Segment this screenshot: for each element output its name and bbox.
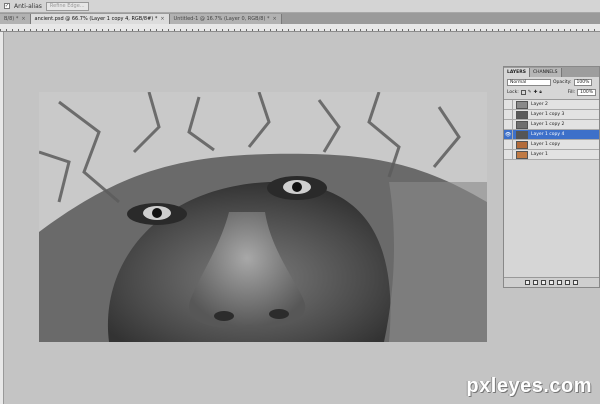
layer-thumbnail — [516, 140, 528, 149]
layer-name: Layer 1 copy — [531, 142, 561, 147]
visibility-toggle[interactable] — [504, 99, 513, 110]
lock-label: Lock: — [507, 89, 519, 95]
blend-mode-select[interactable]: Normal — [507, 78, 551, 86]
layer-row[interactable]: Layer 1 copy 3 — [504, 109, 599, 120]
visibility-toggle[interactable] — [504, 109, 513, 120]
lock-position-icon[interactable]: ✚ — [534, 90, 538, 95]
layer-list: Layer 2 Layer 1 copy 3 Layer 1 copy 2 👁︎… — [504, 99, 599, 160]
trash-icon[interactable] — [573, 280, 578, 285]
layer-row[interactable]: Layer 2 — [504, 99, 599, 110]
layer-row[interactable]: Layer 1 copy — [504, 139, 599, 150]
horizontal-ruler — [0, 24, 600, 32]
watermark-logo: pxleyes.com — [466, 375, 592, 397]
antialias-checkbox[interactable]: ✓ — [4, 3, 10, 9]
document-tab-label: ancient.psd @ 66.7% (Layer 1 copy 4, RGB… — [34, 16, 158, 22]
fill-label: Fill: — [567, 89, 576, 95]
face-artwork — [39, 92, 487, 342]
fill-input[interactable]: 100% — [577, 88, 596, 96]
lock-row: Lock: ✎ ✚ 🔒︎ Fill: 100% — [504, 87, 599, 97]
lock-transparent-icon[interactable] — [520, 89, 526, 95]
close-icon[interactable]: × — [273, 16, 277, 22]
layer-thumbnail — [516, 100, 528, 109]
antialias-label: Anti-alias — [14, 2, 42, 10]
visibility-toggle[interactable] — [504, 139, 513, 150]
close-icon[interactable]: × — [21, 16, 25, 22]
lock-all-icon[interactable]: 🔒︎ — [539, 89, 541, 95]
visibility-toggle[interactable] — [504, 119, 513, 130]
layer-name: Layer 1 — [531, 152, 548, 157]
tab-channels[interactable]: CHANNELS — [529, 68, 562, 77]
mask-icon[interactable] — [541, 280, 546, 285]
lock-pixels-icon[interactable]: ✎ — [528, 90, 532, 95]
layer-name: Layer 1 copy 2 — [531, 122, 565, 127]
layer-thumbnail — [516, 130, 528, 139]
layer-thumbnail — [516, 150, 528, 159]
document-canvas[interactable] — [39, 92, 487, 342]
document-tab-label: Untitled-1 @ 16.7% (Layer 0, RGB/8) * — [173, 16, 270, 22]
document-tab-bar: B/8) * × ancient.psd @ 66.7% (Layer 1 co… — [0, 13, 600, 24]
layer-row[interactable]: Layer 1 copy 2 — [504, 119, 599, 130]
opacity-label: Opacity: — [553, 79, 572, 85]
close-icon[interactable]: × — [160, 16, 164, 22]
document-tab-active[interactable]: ancient.psd @ 66.7% (Layer 1 copy 4, RGB… — [30, 14, 170, 24]
layer-row-selected[interactable]: 👁︎ Layer 1 copy 4 — [504, 129, 599, 140]
tab-layers[interactable]: LAYERS — [504, 68, 530, 77]
panel-tabs: LAYERS CHANNELS — [504, 67, 599, 77]
layer-name: Layer 1 copy 3 — [531, 112, 565, 117]
document-tab-label: B/8) * — [4, 16, 19, 22]
link-layers-icon[interactable] — [525, 280, 530, 285]
opacity-input[interactable]: 100% — [573, 78, 593, 86]
new-layer-icon[interactable] — [565, 280, 570, 285]
layer-row[interactable]: Layer 1 — [504, 149, 599, 160]
adjustment-icon[interactable] — [549, 280, 554, 285]
refine-edge-button[interactable]: Refine Edge... — [45, 1, 89, 11]
visibility-toggle[interactable] — [504, 149, 513, 160]
panel-footer — [504, 277, 599, 287]
document-tab[interactable]: B/8) * × — [0, 14, 31, 24]
blend-row: Normal Opacity: 100% — [504, 77, 599, 87]
eye-icon[interactable]: 👁︎ — [504, 129, 513, 140]
layer-name: Layer 2 — [531, 102, 548, 107]
layer-thumbnail — [516, 110, 528, 119]
layer-name: Layer 1 copy 4 — [531, 132, 565, 137]
folder-icon[interactable] — [557, 280, 562, 285]
layer-thumbnail — [516, 120, 528, 129]
fx-icon[interactable] — [533, 280, 538, 285]
vertical-ruler — [0, 32, 4, 404]
layers-panel: LAYERS CHANNELS Normal Opacity: 100% Loc… — [503, 66, 600, 288]
document-tab[interactable]: Untitled-1 @ 16.7% (Layer 0, RGB/8) * × — [169, 14, 282, 24]
options-bar: ✓ Anti-alias Refine Edge... — [0, 0, 600, 13]
